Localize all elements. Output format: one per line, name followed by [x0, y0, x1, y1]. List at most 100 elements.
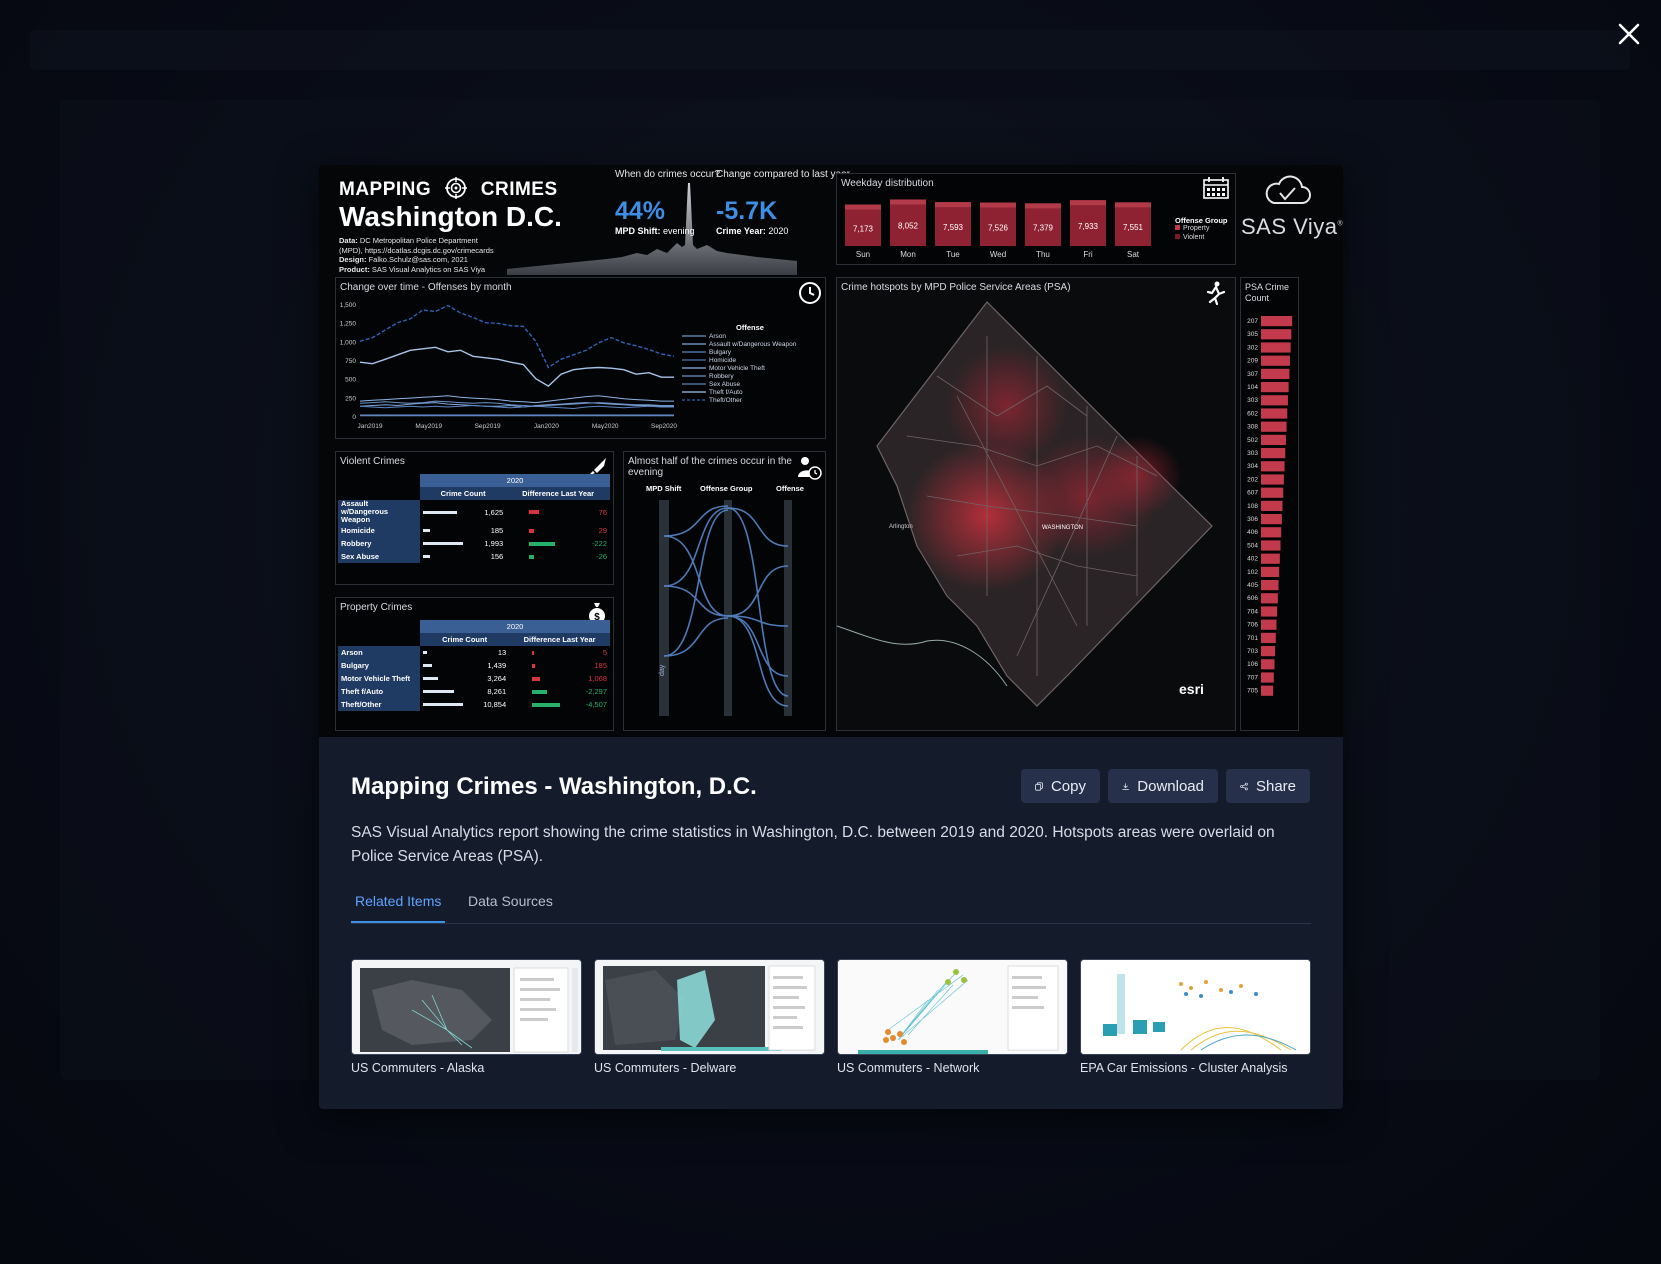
col-difference: Difference Last Year: [509, 633, 610, 646]
download-button[interactable]: Download: [1108, 769, 1218, 803]
diff-bar: [529, 554, 535, 559]
tab-related-items[interactable]: Related Items: [355, 893, 441, 909]
violent-crimes-panel: Violent Crimes 2020 Crime Count Difference…: [335, 451, 614, 585]
psa-bar: [1261, 659, 1275, 670]
shift-title: Almost half of the crimes occur in the e…: [628, 456, 792, 478]
axis-offense-group: Offense Group: [700, 484, 753, 493]
related-item-thumbnail: [351, 959, 582, 1055]
psa-bar: [1261, 514, 1282, 525]
shift-panel: Almost half of the crimes occur in the e…: [623, 451, 826, 731]
row-name: Arson: [338, 646, 420, 659]
line-legend-item: Motor Vehicle Theft: [709, 365, 765, 372]
related-item-label: US Commuters - Alaska: [351, 1061, 485, 1075]
row-count: 1,993: [420, 537, 506, 550]
count-bar: [423, 529, 431, 532]
weekday-bar-violent: [890, 199, 926, 205]
copy-button[interactable]: Copy: [1021, 769, 1100, 803]
related-item-thumbnail: [1080, 959, 1311, 1055]
psa-tick-label: 303: [1247, 450, 1258, 457]
report-preview-image: MAPPING CRIMES Washington D.C. Data: DC …: [319, 165, 1343, 737]
related-item-thumbnail: [837, 959, 1068, 1055]
line-legend-item: Sex Abuse: [709, 381, 740, 388]
violent-crimes-title: Violent Crimes: [340, 456, 405, 467]
row-count: 185: [420, 524, 506, 537]
weekday-value-label: 7,173: [853, 224, 874, 233]
report-details: Mapping Crimes - Washington, D.C. Copy D…: [319, 737, 1343, 1109]
psa-tick-label: 307: [1247, 371, 1258, 378]
weekday-value-label: 7,551: [1123, 223, 1144, 232]
close-button[interactable]: [1611, 16, 1647, 52]
row-name: Assault w/Dangerous Weapon: [338, 500, 420, 524]
weekday-tick-label: Sun: [856, 250, 870, 259]
psa-tick-label: 304: [1247, 463, 1258, 470]
weekday-legend-property: Property: [1175, 225, 1209, 232]
related-item-card[interactable]: US Commuters - Alaska: [351, 959, 582, 1075]
weekday-bar-violent: [1070, 200, 1106, 206]
row-name: Robbery: [338, 537, 420, 550]
weekday-bar-violent: [845, 204, 881, 210]
row-diff: -222: [506, 537, 610, 550]
share-label: Share: [1255, 777, 1296, 795]
col-crime-count: Crime Count: [420, 487, 507, 500]
axis-day-label: day: [659, 664, 666, 676]
weekday-tick-label: Sat: [1127, 250, 1140, 259]
psa-bar: [1261, 606, 1278, 617]
line-legend-item: Bulgary: [709, 349, 732, 356]
kpi-change-question: Change compared to last year: [716, 169, 850, 180]
psa-tick-label: 306: [1247, 516, 1258, 523]
report-title: Mapping Crimes - Washington, D.C.: [351, 773, 757, 800]
table-header-row: 2020: [338, 620, 610, 633]
psa-tick-label: 502: [1247, 437, 1258, 444]
psa-tick-label: 707: [1247, 674, 1258, 681]
share-icon: [1240, 782, 1248, 790]
violent-crimes-table: 2020 Crime Count Difference Last Year Assau…: [338, 474, 610, 563]
related-item-card[interactable]: US Commuters - Delware: [594, 959, 825, 1075]
related-item-card[interactable]: EPA Car Emissions - Cluster Analysis: [1080, 959, 1311, 1075]
diff-bar: [529, 510, 539, 514]
row-name: Sex Abuse: [338, 550, 420, 563]
line-y-tick-label: 1,500: [340, 302, 357, 309]
line-legend-item: Homicide: [709, 357, 736, 364]
diff-bar: [532, 663, 536, 668]
weekday-bar-violent: [980, 202, 1016, 208]
psa-tick-label: 207: [1247, 318, 1258, 325]
close-icon: [1618, 23, 1640, 45]
psa-bar: [1261, 355, 1290, 366]
kpi-when-question: When do crimes occur?: [615, 169, 721, 180]
table-row: Homicide 185 29: [338, 524, 610, 537]
download-icon: [1122, 782, 1129, 790]
psa-tick-label: 405: [1247, 582, 1258, 589]
count-bar: [423, 542, 463, 545]
tab-data-sources[interactable]: Data Sources: [468, 893, 553, 909]
share-button[interactable]: Share: [1226, 769, 1310, 803]
psa-tick-label: 705: [1247, 688, 1258, 695]
weekday-bar-violent: [935, 202, 971, 208]
parallel-coordinates-chart: day: [659, 500, 792, 716]
psa-tick-label: 504: [1247, 542, 1258, 549]
line-legend-item: Arson: [709, 333, 726, 340]
psa-bar: [1261, 646, 1276, 657]
diff-bar: [532, 676, 541, 681]
row-name: Motor Vehicle Theft: [338, 672, 420, 685]
psa-tick-label: 202: [1247, 476, 1258, 483]
line-x-tick-label: Jan2019: [358, 423, 383, 430]
related-item-card[interactable]: US Commuters - Network: [837, 959, 1068, 1075]
related-item-thumbnail: [594, 959, 825, 1055]
table-row: Theft f/Auto 8,261 -2,297: [338, 685, 610, 698]
year-header: 2020: [420, 620, 610, 633]
diff-bar: [532, 650, 535, 655]
row-count: 1,625: [420, 500, 506, 524]
row-count: 1,439: [420, 659, 509, 672]
psa-bar: [1261, 395, 1288, 406]
psa-panel: PSA Crime Count 207 305 302 209 307 104 303 602…: [1240, 277, 1299, 731]
header-info: Data: DC Metropolitan Police Department …: [339, 236, 494, 274]
kpi-when-sub: MPD Shift: evening: [615, 226, 695, 236]
psa-tick-label: 104: [1247, 384, 1258, 391]
weekday-tick-label: Mon: [900, 250, 916, 259]
map-arlington-label: Arlington: [889, 524, 913, 530]
psa-bar: [1261, 329, 1292, 340]
crosshair-icon: [444, 177, 467, 199]
kpi-change-value: -5.7K: [716, 197, 778, 225]
psa-bar: [1261, 461, 1285, 472]
diff-bar: [532, 689, 548, 694]
